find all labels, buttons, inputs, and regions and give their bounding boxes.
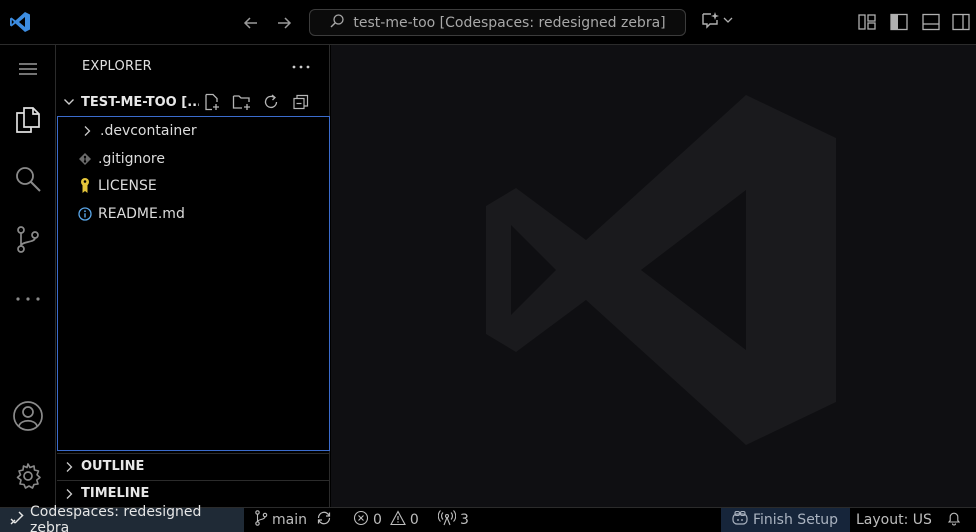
error-icon [353, 510, 369, 530]
more-actions-icon[interactable] [291, 57, 311, 77]
command-center-search[interactable]: test-me-too [Codespaces: redesigned zebr… [309, 9, 686, 36]
workspace-folder-name: TEST-ME-TOO [... [81, 94, 199, 110]
activity-bar [0, 45, 56, 507]
ports-count: 3 [460, 512, 469, 528]
bell-icon [946, 510, 962, 530]
chevron-right-icon [78, 122, 96, 140]
tree-item-devcontainer[interactable]: .devcontainer [58, 117, 329, 144]
workspace-folder-header[interactable]: TEST-ME-TOO [... [57, 90, 330, 114]
settings-icon[interactable] [0, 452, 56, 500]
outline-section-header[interactable]: OUTLINE [57, 453, 330, 479]
title-bar: test-me-too [Codespaces: redesigned zebr… [0, 0, 976, 45]
remote-icon [10, 511, 24, 529]
vscode-watermark-icon [481, 90, 841, 450]
tree-item-label: README.md [98, 205, 185, 222]
tree-item-license[interactable]: LICENSE [58, 172, 329, 199]
keyboard-layout-indicator[interactable]: Layout: US [856, 508, 932, 532]
sync-button[interactable] [315, 508, 333, 532]
error-count: 0 [373, 512, 382, 528]
branch-label: main [272, 512, 307, 528]
tree-item-gitignore[interactable]: .gitignore [58, 145, 329, 172]
sidebar-title: EXPLORER [82, 59, 152, 74]
copilot-bot-icon [731, 510, 749, 530]
git-branch-icon [254, 510, 268, 530]
finish-setup-label: Finish Setup [753, 512, 839, 528]
problems-indicator[interactable]: 0 0 [353, 508, 419, 532]
copilot-button[interactable] [700, 10, 740, 34]
section-label: OUTLINE [81, 459, 145, 474]
finish-setup-button[interactable]: Finish Setup [721, 508, 851, 532]
account-icon[interactable] [0, 392, 56, 440]
new-file-icon[interactable] [201, 91, 223, 113]
refresh-icon[interactable] [260, 91, 282, 113]
sync-icon [315, 510, 333, 530]
chevron-down-icon [722, 14, 734, 30]
info-icon [76, 205, 94, 223]
ports-indicator[interactable]: 3 [437, 508, 469, 532]
file-tree: .devcontainer .gitignore LICENSE README.… [57, 116, 330, 451]
command-center-text: test-me-too [Codespaces: redesigned zebr… [353, 14, 666, 31]
license-key-icon [76, 177, 94, 195]
tree-item-label: LICENSE [98, 177, 157, 194]
notifications-button[interactable] [946, 508, 962, 532]
branch-indicator[interactable]: main [254, 508, 307, 532]
search-icon[interactable] [0, 155, 56, 203]
toggle-secondary-sidebar-icon[interactable] [950, 11, 972, 33]
menu-icon[interactable] [0, 45, 56, 93]
tree-item-label: .devcontainer [100, 122, 197, 139]
search-icon [329, 13, 345, 33]
section-label: TIMELINE [81, 486, 150, 501]
remote-indicator[interactable]: Codespaces: redesigned zebra [0, 504, 244, 532]
customize-layout-icon[interactable] [856, 11, 878, 33]
remote-label: Codespaces: redesigned zebra [30, 504, 202, 532]
tree-item-label: .gitignore [98, 150, 165, 167]
toggle-panel-icon[interactable] [920, 11, 942, 33]
warning-count: 0 [409, 512, 419, 528]
tree-item-readme[interactable]: README.md [58, 200, 329, 227]
chevron-right-icon [57, 455, 81, 479]
new-folder-icon[interactable] [231, 91, 253, 113]
broadcast-icon [437, 510, 457, 530]
arrow-left-icon[interactable] [240, 12, 262, 34]
timeline-section-header[interactable]: TIMELINE [57, 480, 330, 506]
arrow-right-icon[interactable] [273, 12, 295, 34]
warning-icon [390, 510, 406, 530]
source-control-icon[interactable] [0, 215, 56, 263]
layout-label: Layout: US [856, 512, 932, 528]
status-bar: Codespaces: redesigned zebra main 0 0 3 … [0, 504, 976, 532]
copilot-icon [700, 10, 722, 34]
vscode-logo-icon [8, 10, 32, 34]
explorer-sidebar: EXPLORER TEST-ME-TOO [... .devcontainer [57, 45, 330, 507]
files-icon[interactable] [0, 95, 56, 143]
chevron-right-icon [57, 482, 81, 506]
chevron-down-icon [57, 90, 81, 114]
editor-area [331, 45, 976, 507]
toggle-sidebar-icon[interactable] [888, 11, 910, 33]
git-diamond-icon [76, 150, 94, 168]
collapse-all-icon[interactable] [290, 91, 312, 113]
more-icon[interactable] [0, 275, 56, 323]
